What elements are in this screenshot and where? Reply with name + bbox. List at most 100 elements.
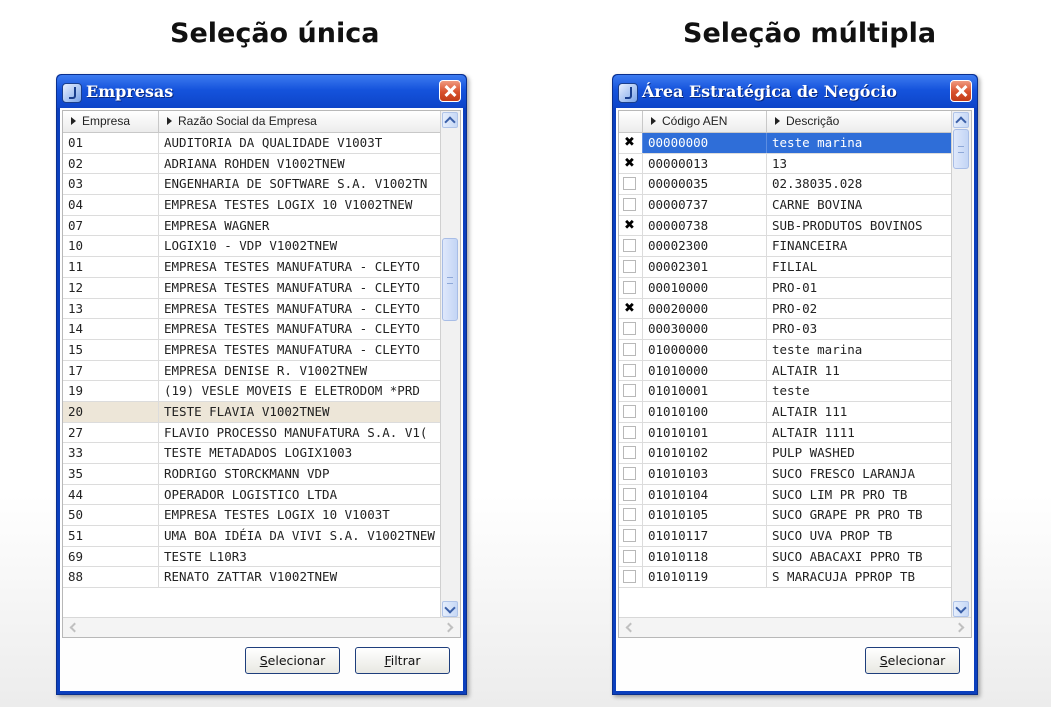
vertical-scrollbar[interactable]: [951, 111, 971, 618]
table-row[interactable]: 88 RENATO ZATTAR V1002TNEW: [63, 567, 441, 589]
table-row[interactable]: 12 EMPRESA TESTES MANUFATURA - CLEYTO: [63, 277, 441, 299]
cell-check[interactable]: [619, 567, 643, 588]
scroll-down-icon[interactable]: [442, 601, 458, 617]
horizontal-scrollbar[interactable]: [619, 617, 971, 637]
table-row[interactable]: 01 AUDITORIA DA QUALIDADE V1003T: [63, 133, 441, 154]
table-row[interactable]: 01010117 SUCO UVA PROP TB: [619, 526, 952, 547]
checkbox-icon[interactable]: [623, 342, 636, 356]
table-row[interactable]: 01010001 teste: [619, 381, 952, 402]
cell-check[interactable]: [619, 443, 643, 464]
table-row[interactable]: 01010119 S MARACUJA PPROP TB: [619, 567, 952, 589]
table-row[interactable]: 15 EMPRESA TESTES MANUFATURA - CLEYTO: [63, 339, 441, 361]
column-header-descricao[interactable]: Descrição: [767, 111, 955, 132]
cell-check[interactable]: [619, 381, 643, 402]
cell-check[interactable]: [619, 401, 643, 422]
close-icon[interactable]: [950, 80, 972, 102]
cell-check[interactable]: [619, 422, 643, 443]
cell-check[interactable]: [619, 339, 643, 360]
checkbox-icon[interactable]: [623, 549, 636, 563]
cell-check[interactable]: ✖: [619, 133, 643, 153]
scroll-left-icon[interactable]: [66, 620, 81, 635]
cell-check[interactable]: [619, 360, 643, 381]
checkbox-icon[interactable]: [623, 404, 636, 418]
checkbox-icon[interactable]: [623, 363, 636, 377]
cell-check[interactable]: ✖: [619, 298, 643, 319]
checkbox-icon[interactable]: [623, 198, 636, 212]
table-row[interactable]: ✖ 00020000 PRO-02: [619, 298, 952, 320]
table-row[interactable]: 44 OPERADOR LOGISTICO LTDA: [63, 484, 441, 506]
table-row[interactable]: 01010105 SUCO GRAPE PR PRO TB: [619, 505, 952, 527]
cell-check[interactable]: [619, 505, 643, 526]
table-row[interactable]: 00000035 02.38035.028: [619, 174, 952, 196]
filtrar-button[interactable]: Filtrar: [355, 647, 450, 674]
table-row[interactable]: 20 TESTE FLAVIA V1002TNEW: [63, 401, 441, 423]
scroll-left-icon[interactable]: [622, 620, 637, 635]
table-row[interactable]: 11 EMPRESA TESTES MANUFATURA - CLEYTO: [63, 257, 441, 278]
table-row[interactable]: ✖ 00000738 SUB-PRODUTOS BOVINOS: [619, 215, 952, 237]
table-row[interactable]: 19 (19) VESLE MOVEIS E ELETRODOM *PRD: [63, 381, 441, 402]
cell-check[interactable]: [619, 319, 643, 340]
table-row[interactable]: 00030000 PRO-03: [619, 319, 952, 340]
checkbox-icon[interactable]: [623, 508, 636, 522]
table-row[interactable]: 00010000 PRO-01: [619, 277, 952, 299]
cell-check[interactable]: [619, 277, 643, 298]
column-header-razao-social[interactable]: Razão Social da Empresa: [159, 111, 444, 132]
vertical-scrollbar[interactable]: [440, 111, 460, 618]
checkbox-icon[interactable]: [623, 260, 636, 274]
table-row[interactable]: 01010100 ALTAIR 111: [619, 401, 952, 423]
cell-check[interactable]: ✖: [619, 153, 643, 174]
table-row[interactable]: ✖ 00000013 13: [619, 153, 952, 175]
scroll-thumb[interactable]: [442, 238, 458, 321]
scroll-right-icon[interactable]: [442, 620, 457, 635]
table-row[interactable]: 35 RODRIGO STORCKMANN VDP: [63, 464, 441, 485]
checkbox-checked-icon[interactable]: ✖: [623, 218, 636, 232]
cell-check[interactable]: [619, 526, 643, 547]
table-row[interactable]: 17 EMPRESA DENISE R. V1002TNEW: [63, 360, 441, 382]
table-row[interactable]: 01010102 PULP WASHED: [619, 443, 952, 464]
table-row[interactable]: 07 EMPRESA WAGNER: [63, 215, 441, 237]
checkbox-icon[interactable]: [623, 529, 636, 543]
table-row[interactable]: 00002301 FILIAL: [619, 257, 952, 278]
table-row[interactable]: 00000737 CARNE BOVINA: [619, 195, 952, 216]
table-row[interactable]: 01010103 SUCO FRESCO LARANJA: [619, 464, 952, 485]
table-row[interactable]: 27 FLAVIO PROCESSO MANUFATURA S.A. V1(: [63, 422, 441, 444]
empresas-titlebar[interactable]: Empresas: [57, 75, 466, 108]
table-row[interactable]: 00002300 FINANCEIRA: [619, 236, 952, 258]
cell-check[interactable]: [619, 236, 643, 257]
table-row[interactable]: 04 EMPRESA TESTES LOGIX 10 V1002TNEW: [63, 195, 441, 216]
horizontal-scrollbar[interactable]: [63, 617, 460, 637]
table-row[interactable]: 03 ENGENHARIA DE SOFTWARE S.A. V1002TN: [63, 174, 441, 196]
scroll-down-icon[interactable]: [953, 601, 969, 617]
scroll-right-icon[interactable]: [953, 620, 968, 635]
table-row[interactable]: 13 EMPRESA TESTES MANUFATURA - CLEYTO: [63, 298, 441, 320]
table-row[interactable]: 01010101 ALTAIR 1111: [619, 422, 952, 444]
table-row[interactable]: 51 UMA BOA IDÉIA DA VIVI S.A. V1002TNEW: [63, 526, 441, 547]
table-row[interactable]: 01000000 teste marina: [619, 339, 952, 361]
checkbox-icon[interactable]: [623, 280, 636, 294]
cell-check[interactable]: ✖: [619, 215, 643, 236]
table-row[interactable]: 01010104 SUCO LIM PR PRO TB: [619, 484, 952, 506]
selecionar-button[interactable]: Selecionar: [865, 647, 960, 674]
aen-titlebar[interactable]: Área Estratégica de Negócio: [613, 75, 977, 108]
table-row[interactable]: 50 EMPRESA TESTES LOGIX 10 V1003T: [63, 505, 441, 527]
table-row[interactable]: ✖ 00000000 teste marina: [619, 133, 952, 154]
cell-check[interactable]: [619, 546, 643, 567]
table-row[interactable]: 01010118 SUCO ABACAXI PPRO TB: [619, 546, 952, 568]
column-header-empresa[interactable]: Empresa: [63, 111, 159, 132]
selecionar-button[interactable]: Selecionar: [245, 647, 340, 674]
cell-check[interactable]: [619, 174, 643, 195]
cell-check[interactable]: [619, 257, 643, 278]
scroll-up-icon[interactable]: [953, 112, 969, 128]
checkbox-icon[interactable]: [623, 177, 636, 191]
column-header-codigo-aen[interactable]: Código AEN: [643, 111, 767, 132]
cell-check[interactable]: [619, 195, 643, 216]
checkbox-checked-icon[interactable]: ✖: [623, 301, 636, 315]
checkbox-icon[interactable]: [623, 570, 636, 584]
close-icon[interactable]: [439, 80, 461, 102]
table-row[interactable]: 01010000 ALTAIR 11: [619, 360, 952, 382]
checkbox-icon[interactable]: [623, 425, 636, 439]
table-row[interactable]: 69 TESTE L10R3: [63, 546, 441, 568]
checkbox-icon[interactable]: [623, 467, 636, 480]
checkbox-checked-icon[interactable]: ✖: [623, 156, 636, 170]
checkbox-icon[interactable]: [623, 239, 636, 253]
